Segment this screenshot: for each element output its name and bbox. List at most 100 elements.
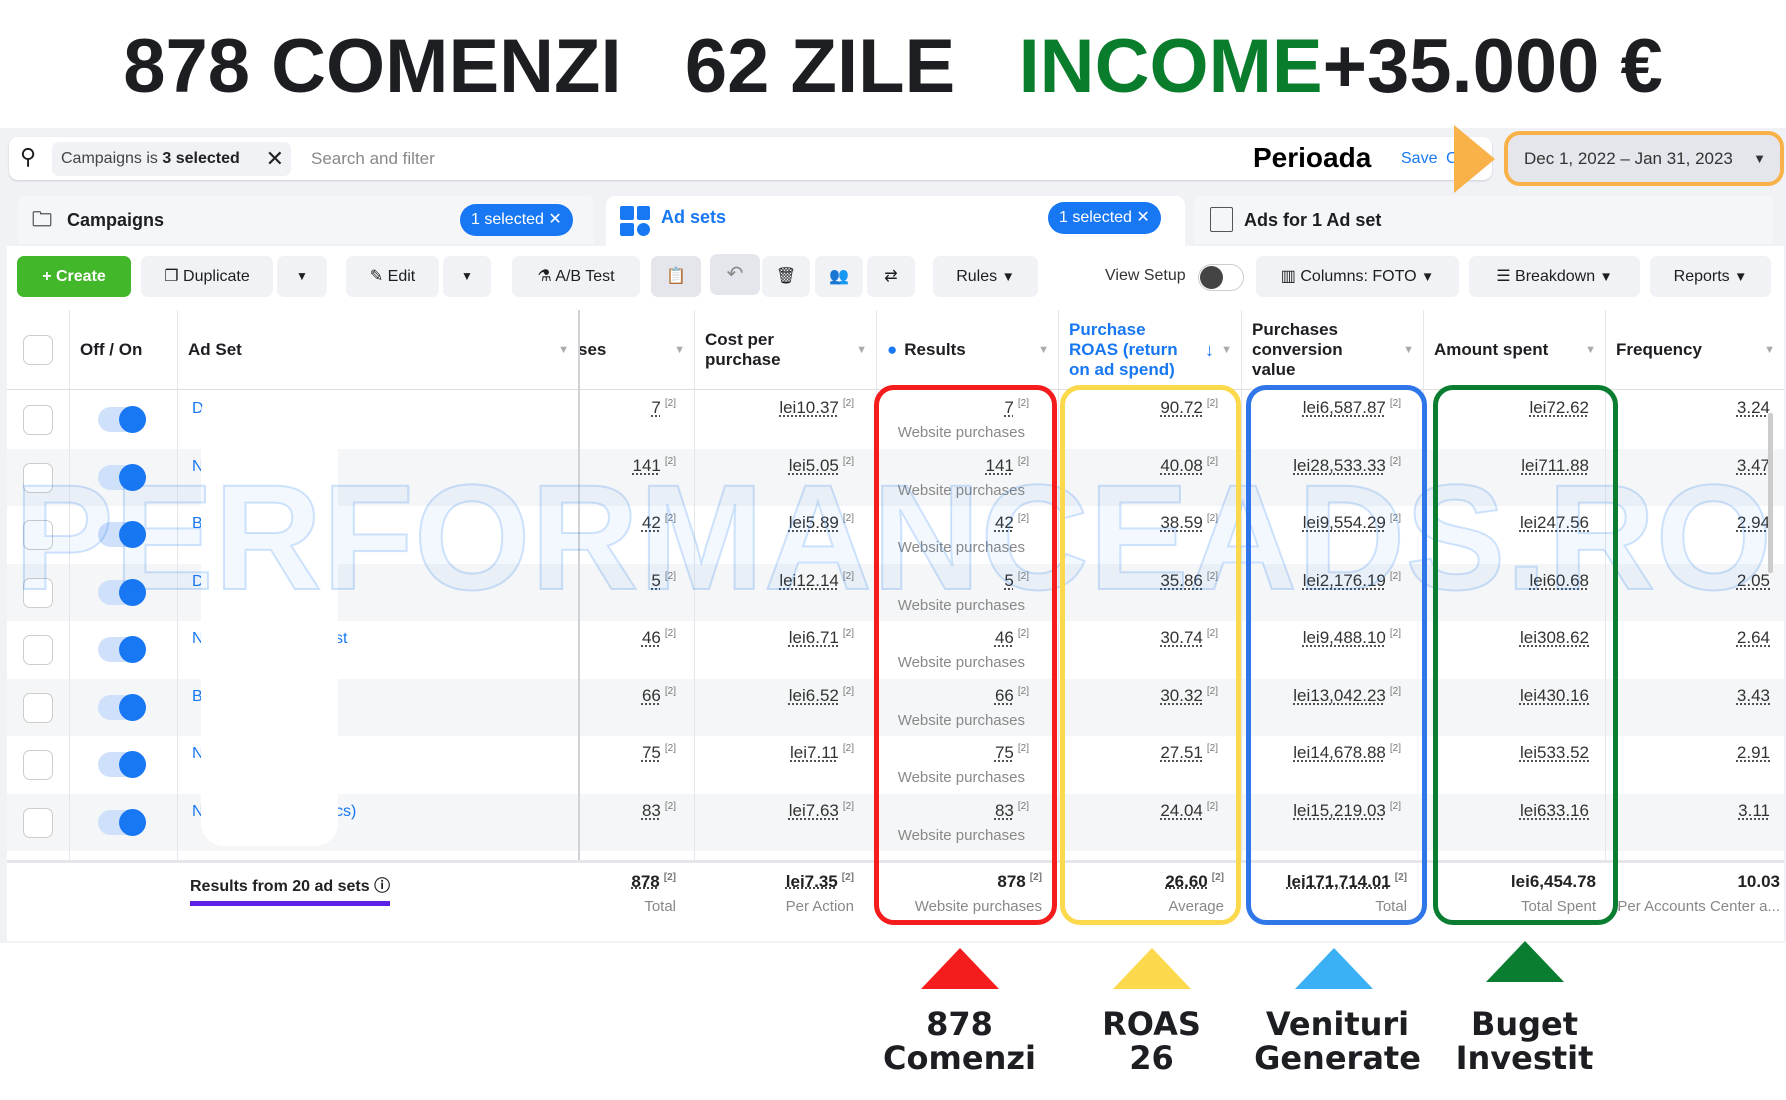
total-value: lei171,714.01 <box>1286 872 1391 891</box>
view-setup-toggle[interactable] <box>1198 264 1244 291</box>
total-value: 878 <box>997 872 1026 891</box>
row-toggle[interactable] <box>98 521 146 548</box>
column-label: Frequency <box>1616 339 1702 359</box>
total-conv-label: Total <box>1375 898 1407 915</box>
total-value: lei7.35 <box>785 872 838 891</box>
attribution-mark: [2] <box>842 455 854 467</box>
attribution-mark: [2] <box>841 872 854 883</box>
cell-value: 7 <box>1004 398 1014 417</box>
column-header-cost-per-purchase[interactable]: Cost per purchase ▼ <box>694 310 876 390</box>
ad-sets-table: D 7 [2] lei10.37 [2] 7 [2] 90.72 [2] lei6,587.87[… <box>7 310 1784 941</box>
row-checkbox[interactable] <box>23 692 53 723</box>
duplicate-button[interactable]: ❐ Duplicate <box>141 256 273 297</box>
cell-value: 35.86 <box>1160 570 1203 590</box>
cell-results: 42 [2] <box>876 513 1029 533</box>
row-toggle[interactable] <box>98 808 146 836</box>
row-checkbox[interactable] <box>23 405 53 435</box>
row-checkbox[interactable] <box>23 462 53 493</box>
cell-value: lei2,176.19 <box>1302 570 1386 590</box>
cell-spent: lei430.16 <box>1423 686 1589 706</box>
cell-value: 2.91 <box>1736 743 1770 762</box>
column-header-results[interactable]: ● Results ▼ <box>876 310 1058 390</box>
cell-value: 75 <box>994 743 1014 762</box>
save-button[interactable]: Save <box>1401 150 1437 168</box>
total-freq-label: Per Accounts Center a... <box>1617 898 1780 915</box>
row-checkbox[interactable] <box>23 577 53 608</box>
cell-roas: 35.86 [2] <box>1058 571 1218 591</box>
result-type: Website purchases <box>897 654 1025 671</box>
cell-roas: 30.74 [2] <box>1058 628 1218 648</box>
cell-value: 40.08 <box>1160 455 1203 475</box>
total-results-label: Website purchases <box>914 898 1042 915</box>
row-toggle[interactable] <box>98 406 146 433</box>
attribution-mark: [2] <box>664 685 676 697</box>
ab-test-button[interactable]: ⚗ A/B Test <box>512 256 640 297</box>
column-header-amount-spent[interactable]: Amount spent ▼ <box>1423 310 1605 390</box>
edit-dropdown[interactable]: ▼ <box>443 256 491 297</box>
cell-purchases: 5 [2] <box>580 571 676 591</box>
audience-icon[interactable]: 👥 <box>815 256 863 297</box>
close-icon[interactable]: ✕ <box>266 142 284 176</box>
columns-button[interactable]: ▥ Columns: FOTO ▼ <box>1256 256 1459 297</box>
tab-ad-sets[interactable]: Ad sets 1 selected ✕ <box>606 196 1185 248</box>
edit-button[interactable]: ✎ Edit <box>346 256 439 297</box>
selected-badge[interactable]: 1 selected ✕ <box>460 204 573 236</box>
cell-purchases: 83 [2] <box>580 801 676 821</box>
selected-badge[interactable]: 1 selected ✕ <box>1048 202 1161 234</box>
clipboard-icon[interactable]: 📋 <box>651 256 701 297</box>
delete-icon[interactable]: 🗑 <box>762 256 810 297</box>
duplicate-dropdown[interactable]: ▼ <box>277 256 327 297</box>
cell-value: lei5.05 <box>788 455 839 475</box>
attribution-mark: [2] <box>842 570 854 582</box>
column-header-conversion-value[interactable]: Purchases conversion value ▼ <box>1241 310 1423 390</box>
attribution-mark: [2] <box>1211 872 1224 883</box>
attribution-mark: [2] <box>1389 513 1401 524</box>
annotation-line: ROAS <box>1102 1005 1201 1043</box>
date-range-picker[interactable]: Dec 1, 2022 – Jan 31, 2023 ▼ <box>1504 131 1784 186</box>
attribution-mark: [2] <box>1206 628 1218 639</box>
row-toggle[interactable] <box>98 463 146 491</box>
headline-orders-days: 878 COMENZI 62 ZILE <box>123 24 1019 109</box>
column-header-adset[interactable]: Ad Set ▼ <box>177 310 578 390</box>
column-header-roas[interactable]: Purchase ROAS (return on ad spend) ↓ ▼ <box>1058 310 1241 390</box>
export-icon[interactable]: ⇄ <box>867 256 915 297</box>
undo-icon[interactable]: ↶ <box>710 254 760 295</box>
breakdown-button[interactable]: ☰ Breakdown ▼ <box>1469 256 1640 297</box>
row-checkbox[interactable] <box>23 807 53 838</box>
row-toggle[interactable] <box>98 693 146 721</box>
attribution-mark: [2] <box>1389 398 1401 409</box>
cell-value: lei6.71 <box>788 628 839 647</box>
attribution-mark: [2] <box>1394 872 1407 883</box>
row-checkbox[interactable] <box>23 520 53 550</box>
row-checkbox[interactable] <box>23 635 53 665</box>
tab-ads[interactable]: Ads for 1 Ad set <box>1194 196 1773 244</box>
filter-chip[interactable]: Campaigns is 3 selected ✕ <box>52 142 291 176</box>
reports-button[interactable]: Reports ▼ <box>1650 256 1771 297</box>
column-header-frequency[interactable]: Frequency ▼ <box>1605 310 1784 390</box>
annotation-line: Comenzi <box>883 1039 1036 1077</box>
cell-purchases: 42 [2] <box>580 513 676 533</box>
attribution-mark: [2] <box>1206 455 1218 467</box>
row-checkbox[interactable] <box>23 750 53 780</box>
cell-spent: lei308.62 <box>1423 628 1589 648</box>
search-input[interactable]: Search and filter <box>311 149 435 169</box>
scrollbar[interactable] <box>1768 413 1773 573</box>
result-type: Website purchases <box>897 711 1025 729</box>
cell-spent: lei60.68 <box>1423 571 1589 591</box>
tab-label: Ad sets <box>661 207 727 227</box>
tab-campaigns[interactable]: 🗀 Campaigns 1 selected ✕ <box>18 196 594 244</box>
cell-value: lei14,678.88 <box>1293 743 1386 762</box>
rules-button[interactable]: Rules ▼ <box>933 256 1038 297</box>
create-button[interactable]: + Create <box>17 256 131 297</box>
row-toggle[interactable] <box>98 751 146 778</box>
row-toggle[interactable] <box>98 578 146 606</box>
column-header-purchases[interactable]: ses ▼ <box>578 310 694 390</box>
total-cpp: lei7.35 [2] <box>694 872 854 892</box>
attribution-mark: [2] <box>1206 685 1218 697</box>
cell-purchases: 46 [2] <box>580 628 676 648</box>
total-conv: lei171,714.01 [2] <box>1241 872 1407 892</box>
search-bar[interactable]: ⚲ Campaigns is 3 selected ✕ Search and fi… <box>9 137 1492 180</box>
row-toggle[interactable] <box>98 636 146 663</box>
cell-conv: lei13,042.23 [2] <box>1241 686 1401 706</box>
select-all-checkbox[interactable] <box>23 335 53 365</box>
